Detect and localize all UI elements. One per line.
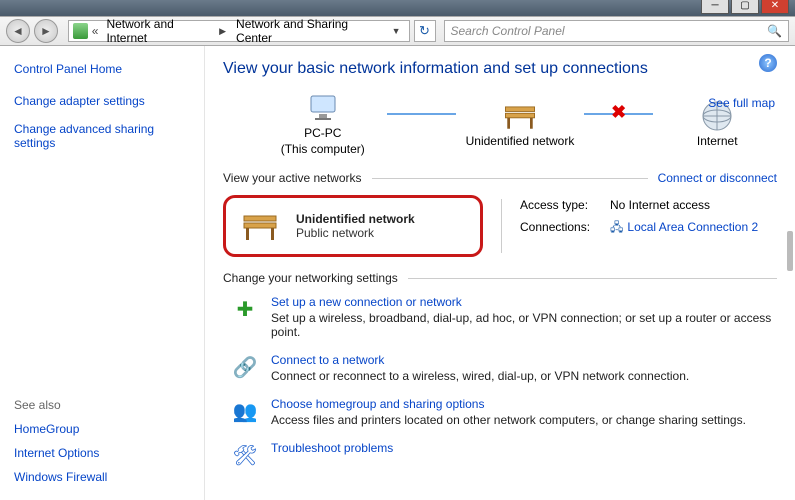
map-connector-1 bbox=[387, 113, 457, 115]
change-advanced-sharing-link[interactable]: Change advanced sharing settings bbox=[14, 122, 190, 150]
network-card-subtitle: Public network bbox=[296, 226, 415, 240]
internet-options-link[interactable]: Internet Options bbox=[14, 446, 190, 460]
access-type-label: Access type: bbox=[520, 195, 610, 217]
setup-new-connection-desc: Set up a wireless, broadband, dial-up, a… bbox=[271, 311, 777, 339]
minimize-button[interactable]: ─ bbox=[701, 0, 729, 14]
network-map: PC-PC (This computer) Unidentified netwo… bbox=[263, 90, 777, 157]
local-area-connection-link[interactable]: Local Area Connection 2 bbox=[627, 220, 758, 234]
search-icon[interactable]: 🔍 bbox=[767, 24, 782, 38]
change-adapter-settings-link[interactable]: Change adapter settings bbox=[14, 94, 190, 108]
connect-disconnect-link[interactable]: Connect or disconnect bbox=[658, 171, 777, 185]
map-node-internet-label: Internet bbox=[697, 134, 738, 150]
window-titlebar: ─ ▢ ✕ bbox=[0, 0, 795, 16]
connect-network-icon: 🔗 bbox=[231, 353, 259, 381]
see-full-map-link[interactable]: See full map bbox=[708, 96, 775, 110]
maximize-button[interactable]: ▢ bbox=[731, 0, 759, 14]
active-networks-heading: View your active networks bbox=[223, 171, 362, 185]
homegroup-sharing-link[interactable]: Choose homegroup and sharing options bbox=[271, 397, 484, 411]
this-computer-icon bbox=[303, 90, 343, 126]
map-node-unidentified-label: Unidentified network bbox=[466, 134, 575, 150]
forward-button[interactable]: ► bbox=[34, 19, 58, 43]
homegroup-sharing-icon: 👥 bbox=[231, 397, 259, 425]
help-icon[interactable]: ? bbox=[759, 54, 777, 72]
main-panel: ? View your basic network information an… bbox=[205, 46, 795, 500]
adapter-icon: 🖧 bbox=[610, 220, 623, 234]
change-settings-heading: Change your networking settings bbox=[223, 271, 398, 285]
see-also-label: See also bbox=[14, 398, 190, 412]
map-node-pc-label: PC-PC bbox=[304, 126, 341, 140]
search-placeholder-text: Search Control Panel bbox=[451, 24, 565, 38]
bench-icon bbox=[500, 98, 540, 134]
connections-label: Connections: bbox=[520, 217, 610, 239]
homegroup-link[interactable]: HomeGroup bbox=[14, 422, 190, 436]
refresh-button[interactable]: ↻ bbox=[414, 20, 436, 42]
network-card-title: Unidentified network bbox=[296, 212, 415, 226]
back-button[interactable]: ◄ bbox=[6, 19, 30, 43]
troubleshoot-icon: 🛠 bbox=[231, 441, 259, 469]
active-network-card[interactable]: Unidentified network Public network bbox=[223, 195, 483, 257]
scrollbar[interactable] bbox=[787, 231, 793, 271]
homegroup-sharing-desc: Access files and printers located on oth… bbox=[271, 413, 777, 427]
search-input[interactable]: Search Control Panel 🔍 bbox=[444, 20, 790, 42]
bench-icon bbox=[238, 208, 282, 244]
address-bar: ◄ ► « Network and Internet ▶ Network and… bbox=[0, 16, 795, 46]
sidebar: Control Panel Home Change adapter settin… bbox=[0, 46, 205, 500]
breadcrumb-network-sharing-center[interactable]: Network and Sharing Center bbox=[232, 17, 380, 45]
close-button[interactable]: ✕ bbox=[761, 0, 789, 14]
breadcrumb[interactable]: « Network and Internet ▶ Network and Sha… bbox=[68, 20, 410, 42]
map-node-pc-sublabel: (This computer) bbox=[281, 142, 365, 156]
breadcrumb-network-and-internet[interactable]: Network and Internet bbox=[102, 17, 213, 45]
windows-firewall-link[interactable]: Windows Firewall bbox=[14, 470, 190, 484]
connect-to-network-link[interactable]: Connect to a network bbox=[271, 353, 384, 367]
map-connector-2-error bbox=[584, 113, 654, 115]
chevron-right-icon[interactable]: ▶ bbox=[217, 26, 228, 37]
breadcrumb-dropdown[interactable]: ▼ bbox=[388, 26, 405, 36]
troubleshoot-problems-link[interactable]: Troubleshoot problems bbox=[271, 441, 393, 455]
control-panel-icon bbox=[73, 23, 88, 39]
breadcrumb-back-chevron[interactable]: « bbox=[92, 24, 99, 38]
control-panel-home-link[interactable]: Control Panel Home bbox=[14, 62, 190, 76]
setup-new-connection-link[interactable]: Set up a new connection or network bbox=[271, 295, 462, 309]
new-connection-icon: ✚ bbox=[231, 295, 259, 323]
access-type-value: No Internet access bbox=[610, 195, 710, 217]
page-title: View your basic network information and … bbox=[223, 60, 777, 78]
connect-to-network-desc: Connect or reconnect to a wireless, wire… bbox=[271, 369, 777, 383]
